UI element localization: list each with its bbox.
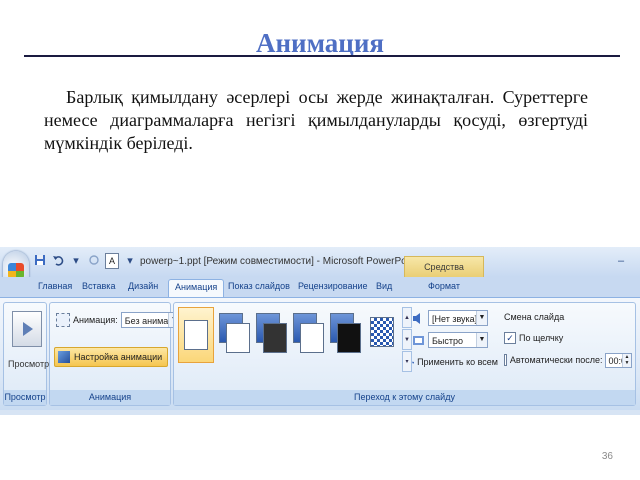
spinner-arrows-icon[interactable]: ▲ ▼ bbox=[622, 353, 631, 367]
tab-review[interactable]: Рецензирование bbox=[298, 281, 368, 291]
gallery-scroll-up-icon[interactable]: ▲ bbox=[402, 307, 412, 328]
animate-dropdown[interactable]: Без анимац... ▼ bbox=[120, 312, 181, 328]
tab-slideshow[interactable]: Показ слайдов bbox=[228, 281, 290, 291]
chevron-down-icon: ▼ bbox=[476, 333, 487, 347]
animate-label: Анимация: bbox=[73, 315, 118, 325]
advance-slide-header: Смена слайда bbox=[504, 312, 565, 322]
auto-after-checkbox[interactable] bbox=[504, 354, 507, 366]
title-underline bbox=[24, 55, 620, 57]
chevron-down-icon: ▼ bbox=[476, 311, 487, 325]
on-click-checkbox[interactable]: ✓ bbox=[504, 332, 516, 344]
animate-icon bbox=[56, 313, 70, 327]
transition-thumb-fade[interactable] bbox=[216, 307, 250, 361]
slide-paragraph-text: Барлық қимылдану әсерлері осы жерде жина… bbox=[44, 87, 588, 153]
powerpoint-screenshot: ▾ A ▾ powerp~1.ppt [Режим совместимости]… bbox=[0, 247, 640, 415]
title-bar: ▾ A ▾ powerp~1.ppt [Режим совместимости]… bbox=[0, 247, 640, 293]
tab-design[interactable]: Дизайн bbox=[128, 281, 158, 291]
save-icon[interactable] bbox=[33, 254, 47, 268]
gallery-scroll-down-icon[interactable]: ▼ bbox=[402, 329, 412, 350]
tab-view[interactable]: Вид bbox=[376, 281, 392, 291]
custom-animation-icon bbox=[58, 351, 70, 363]
tab-format[interactable]: Формат bbox=[428, 281, 460, 291]
ribbon-tabs: Главная Вставка Дизайн Анимация Показ сл… bbox=[0, 277, 640, 297]
customize-qat-icon[interactable]: ▾ bbox=[123, 254, 137, 268]
auto-after-label: Автоматически после: bbox=[509, 355, 603, 365]
custom-animation-label: Настройка анимации bbox=[74, 352, 163, 362]
window-title: powerp~1.ppt [Режим совместимости] - Mic… bbox=[140, 256, 418, 267]
sound-icon bbox=[413, 312, 420, 324]
transition-speed-value: Быстро bbox=[432, 336, 464, 346]
group-transition-label: Переход к этому слайду bbox=[174, 390, 635, 405]
on-click-label: По щелчку bbox=[519, 333, 564, 343]
transition-thumb-cut[interactable] bbox=[290, 307, 324, 361]
slide-paragraph: Барлық қимылдану әсерлері осы жерде жина… bbox=[44, 86, 588, 155]
apply-to-all-label: Применить ко всем bbox=[417, 357, 498, 367]
preview-button-label: Просмотр bbox=[8, 359, 50, 369]
apply-all-icon bbox=[412, 361, 414, 363]
group-animation: Анимация: Без анимац... ▼ Настройка аним… bbox=[49, 302, 181, 406]
page-number: 36 bbox=[601, 451, 613, 462]
redo-icon[interactable] bbox=[87, 254, 101, 268]
preview-icon bbox=[12, 311, 42, 347]
transition-sound-dropdown[interactable]: [Нет звука] ▼ bbox=[428, 310, 488, 326]
context-tab-header: Средства рисования bbox=[404, 256, 484, 293]
undo-dropdown-icon[interactable]: ▾ bbox=[69, 254, 83, 268]
transition-speed-dropdown[interactable]: Быстро ▼ bbox=[428, 332, 488, 348]
speed-icon bbox=[413, 335, 424, 345]
tab-animation[interactable]: Анимация bbox=[168, 279, 225, 297]
group-transition: ▲ ▼ ▾ [Нет звука] ▼ Быстро ▼ Применить к… bbox=[173, 302, 636, 406]
transition-sound-value: [Нет звука] bbox=[432, 314, 478, 324]
ribbon: Просмотр Просмотр Анимация: Без анимац..… bbox=[0, 297, 640, 410]
minimize-icon[interactable]: – bbox=[618, 256, 632, 267]
group-preview: Просмотр Просмотр bbox=[3, 302, 50, 406]
undo-icon[interactable] bbox=[51, 254, 65, 268]
tab-home[interactable]: Главная bbox=[38, 281, 72, 291]
apply-to-all-button[interactable]: Применить ко всем bbox=[412, 351, 498, 373]
custom-animation-button[interactable]: Настройка анимации bbox=[54, 347, 168, 367]
transition-thumb-fade-black[interactable] bbox=[253, 307, 287, 361]
group-preview-label: Просмотр bbox=[4, 390, 46, 405]
transition-thumb-cut-black[interactable] bbox=[327, 307, 361, 361]
transition-thumb-dissolve[interactable] bbox=[364, 307, 398, 361]
format-icon[interactable]: A bbox=[105, 253, 119, 269]
group-animation-label: Анимация bbox=[50, 390, 170, 405]
tab-insert[interactable]: Вставка bbox=[82, 281, 115, 291]
auto-after-spinner[interactable]: 00:00 ▲ ▼ bbox=[605, 352, 632, 368]
transition-thumb-none[interactable] bbox=[178, 307, 214, 363]
quick-access-toolbar: ▾ A ▾ bbox=[33, 253, 137, 269]
gallery-more-icon[interactable]: ▾ bbox=[402, 351, 412, 372]
transition-gallery: ▲ ▼ ▾ bbox=[176, 307, 412, 387]
